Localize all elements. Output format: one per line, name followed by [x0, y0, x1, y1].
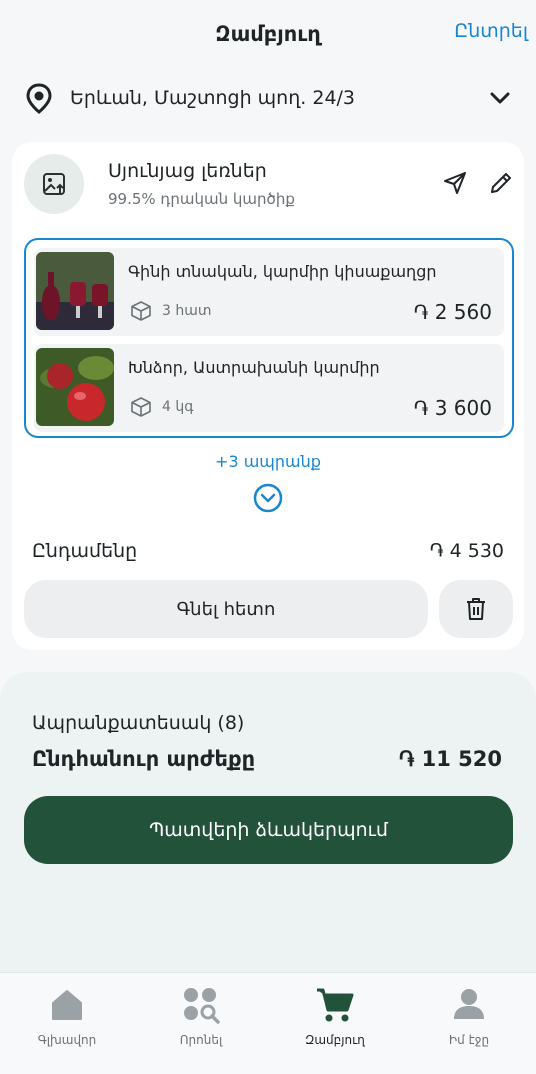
item-name: Խնձոր, Աստրախանի կարմիր	[128, 358, 380, 377]
store-avatar[interactable]	[24, 154, 84, 214]
tab-search[interactable]: Որոնել	[134, 973, 268, 1073]
product-types-count: Ապրանքատեսակ (8)	[32, 712, 245, 734]
store-rating: 99.5% դրական կարծիք	[108, 190, 295, 208]
cart-icon	[315, 985, 355, 1025]
expand-chevron-icon[interactable]	[252, 482, 284, 514]
package-icon	[130, 396, 152, 418]
order-summary: Ապրանքատեսակ (8) Ընդհանուր արժեքը ֏ 11 5…	[0, 672, 536, 972]
store-total-row: Ընդամենը ֏ 4 530	[32, 540, 504, 568]
user-icon	[449, 985, 489, 1025]
grand-total-label: Ընդհանուր արժեքը	[32, 747, 256, 771]
tab-label: Իմ էջը	[448, 1033, 490, 1047]
home-icon	[47, 985, 87, 1025]
tab-profile[interactable]: Իմ էջը	[402, 973, 536, 1073]
store-name: Սյունյաց լեռներ	[108, 160, 267, 182]
delete-button[interactable]	[439, 580, 513, 638]
bottom-tab-bar: Գլխավոր Որոնել Զամբյուղ Իմ էջը	[0, 972, 536, 1074]
item-qty-text: 3 հատ	[162, 303, 212, 319]
send-icon[interactable]	[442, 170, 468, 196]
checkout-button[interactable]: Պատվերի ձևակերպում	[24, 796, 513, 864]
cart-item[interactable]: Խնձոր, Աստրախանի կարմիր 4 կգ ֏ 3 600	[34, 344, 504, 432]
page-title: Զամբյուղ	[215, 22, 321, 46]
chevron-down-icon[interactable]	[488, 86, 512, 110]
grand-total-value: ֏ 11 520	[398, 747, 502, 771]
item-price: ֏ 3 600	[413, 396, 492, 420]
store-total-label: Ընդամենը	[32, 540, 138, 562]
item-quantity: 3 հատ	[130, 300, 212, 322]
tab-label: Որոնել	[179, 1033, 223, 1047]
apple-product-image	[36, 348, 114, 426]
search-icon	[181, 985, 221, 1025]
store-card: Սյունյաց լեռներ 99.5% դրական կարծիք Գինի…	[12, 142, 524, 650]
cart-item[interactable]: Գինի տնական, կարմիր կիսաքաղցր 3 հատ ֏ 2 …	[34, 248, 504, 336]
package-icon	[130, 300, 152, 322]
edit-pencil-icon[interactable]	[488, 170, 514, 196]
tab-cart[interactable]: Զամբյուղ	[268, 973, 402, 1073]
item-quantity: 4 կգ	[130, 396, 193, 418]
store-total-value: ֏ 4 530	[429, 540, 504, 562]
select-button[interactable]: Ընտրել	[454, 20, 528, 42]
location-pin-icon	[24, 82, 54, 114]
tab-label: Գլխավոր	[37, 1033, 97, 1047]
tab-home[interactable]: Գլխավոր	[0, 973, 134, 1073]
item-price: ֏ 2 560	[413, 300, 492, 324]
more-products-link[interactable]: +3 ապրանք	[12, 452, 524, 471]
cart-items-list: Գինի տնական, կարմիր կիսաքաղցր 3 հատ ֏ 2 …	[24, 238, 514, 438]
buy-later-button[interactable]: Գնել հետո	[24, 580, 428, 638]
wine-product-image	[36, 252, 114, 330]
item-name: Գինի տնական, կարմիր կիսաքաղցր	[128, 262, 437, 281]
tab-label: Զամբյուղ	[305, 1033, 365, 1047]
item-qty-text: 4 կգ	[162, 399, 194, 415]
address-selector[interactable]: Երևան, Մաշտոցի պող. 24/3	[24, 78, 512, 118]
image-upload-icon	[43, 173, 65, 195]
trash-icon	[467, 598, 485, 620]
address-text: Երևան, Մաշտոցի պող. 24/3	[70, 87, 356, 109]
store-header: Սյունյաց լեռներ 99.5% դրական կարծիք	[24, 154, 512, 216]
top-bar: Զամբյուղ Ընտրել	[0, 0, 536, 68]
